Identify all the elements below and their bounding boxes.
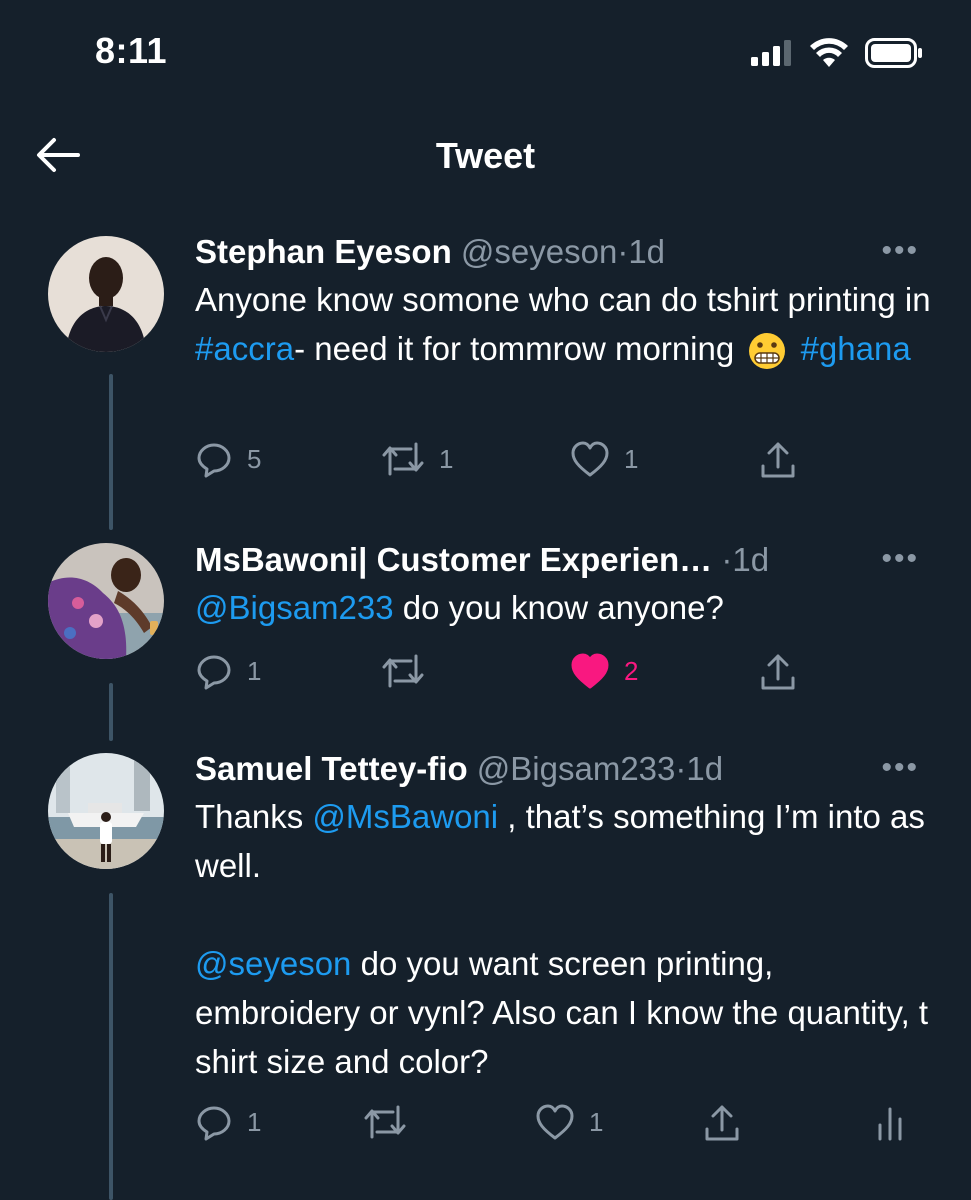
retweet-icon [364, 1105, 406, 1139]
retweet-icon [382, 654, 424, 688]
author-name[interactable]: Samuel Tettey-fio [195, 750, 468, 787]
tweet-time[interactable]: 1d [732, 541, 769, 578]
tweet-header: MsBawoni| Customer Experien… ·1d [195, 540, 931, 580]
analytics-button[interactable] [875, 1103, 905, 1141]
like-button[interactable]: 2 [570, 652, 638, 690]
reply-button[interactable]: 5 [195, 440, 261, 478]
share-button[interactable] [759, 652, 797, 692]
tweet-header: Samuel Tettey-fio @Bigsam233·1d [195, 749, 931, 789]
retweet-count: 1 [439, 443, 454, 474]
heart-icon [536, 1104, 574, 1140]
cellular-signal-icon [751, 40, 791, 66]
author-name[interactable]: MsBawoni| Customer Experien… [195, 541, 712, 578]
hashtag-link[interactable]: #ghana [801, 330, 911, 367]
wifi-icon [810, 38, 848, 67]
mention-link[interactable]: @Bigsam233 [195, 589, 394, 626]
share-icon [705, 1105, 739, 1141]
tweet-text: Anyone know somone who can do tshirt pri… [195, 275, 931, 373]
like-count: 1 [589, 1106, 604, 1137]
tweet-actions: 1 2 [195, 652, 915, 696]
grimacing-face-emoji-icon [749, 333, 786, 370]
page-title: Tweet [435, 135, 536, 176]
reply-icon [197, 655, 231, 690]
author-name[interactable]: Stephan Eyeson [195, 233, 452, 270]
reply-count: 5 [247, 443, 262, 474]
thread-line [109, 683, 113, 741]
separator-dot: · [721, 541, 733, 578]
reply-count: 1 [247, 655, 262, 686]
mention-link[interactable]: @MsBawoni [312, 798, 498, 835]
tweet-actions: 5 1 1 [195, 440, 915, 484]
avatar[interactable] [48, 543, 164, 659]
author-handle[interactable]: @seyeson [461, 233, 617, 270]
separator-dot: · [617, 233, 629, 270]
more-options-icon[interactable]: ••• [881, 542, 919, 576]
reply-button[interactable]: 1 [195, 652, 261, 690]
reply-icon [197, 443, 231, 478]
avatar[interactable] [48, 236, 164, 352]
retweet-button[interactable] [363, 1103, 421, 1141]
thread-line [109, 893, 113, 1200]
retweet-button[interactable]: 1 [381, 440, 453, 478]
retweet-button[interactable] [381, 652, 439, 690]
status-time: 8:11 [95, 30, 168, 71]
tweet-time[interactable]: 1d [686, 750, 723, 787]
more-options-icon[interactable]: ••• [881, 751, 919, 785]
tweet-header: Stephan Eyeson @seyeson·1d [195, 232, 931, 272]
avatar[interactable] [48, 753, 164, 869]
share-icon [761, 442, 795, 478]
reply-icon [197, 1106, 231, 1141]
hashtag-link[interactable]: #accra [195, 330, 294, 367]
like-count: 1 [624, 443, 639, 474]
like-button[interactable]: 1 [535, 1103, 603, 1141]
thread-line [109, 374, 113, 530]
reply-button[interactable]: 1 [195, 1103, 261, 1141]
share-button[interactable] [759, 440, 797, 480]
retweet-icon [382, 442, 424, 476]
share-icon [761, 654, 795, 690]
mention-link[interactable]: @seyeson [195, 945, 351, 982]
status-bar: 8:11 [0, 0, 971, 105]
heart-icon [571, 441, 609, 477]
like-count: 2 [624, 655, 639, 686]
share-button[interactable] [703, 1103, 741, 1143]
tweet-text: Thanks @MsBawoni , that’s something I’m … [195, 792, 931, 1086]
tweet-actions: 1 1 [195, 1103, 915, 1147]
battery-icon [865, 38, 922, 68]
reply-count: 1 [247, 1106, 262, 1137]
like-button[interactable]: 1 [570, 440, 638, 478]
status-icons [749, 38, 923, 68]
more-options-icon[interactable]: ••• [881, 234, 919, 268]
heart-filled-icon [571, 653, 609, 689]
analytics-icon [878, 1107, 902, 1141]
separator-dot: · [675, 750, 687, 787]
author-handle[interactable]: @Bigsam233 [477, 750, 676, 787]
tweet-text: @Bigsam233 do you know anyone? [195, 589, 724, 626]
tweet-time[interactable]: 1d [628, 233, 665, 270]
nav-bar: Tweet [0, 105, 971, 205]
